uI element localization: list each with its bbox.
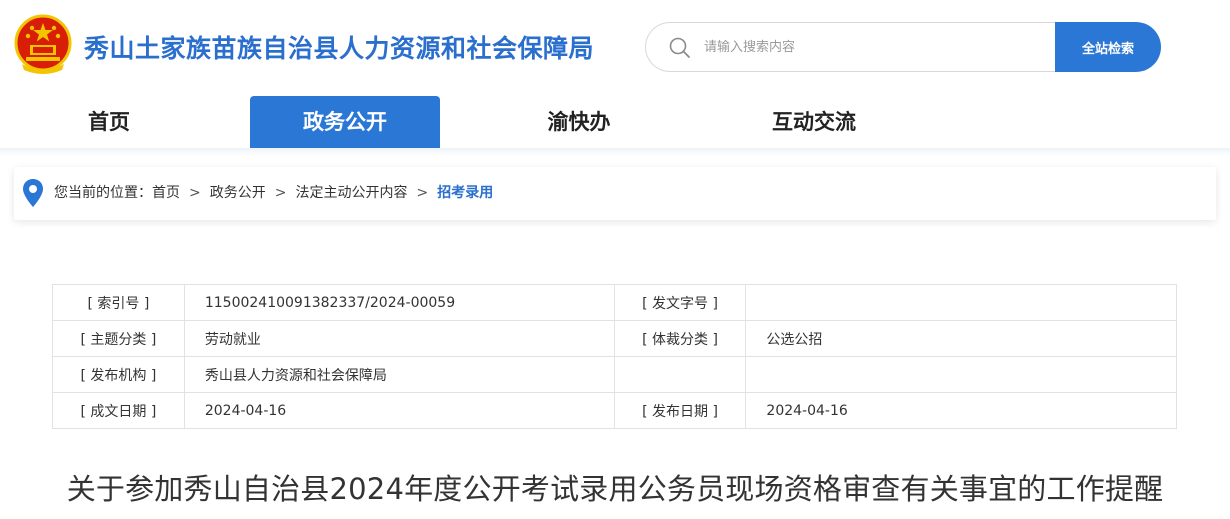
publisher-label: [ 发布机构 ] [52,356,185,393]
search-input[interactable] [704,23,1044,71]
location-pin-icon [23,179,43,207]
main-nav: 首页 政务公开 渝快办 互动交流 [0,96,1230,148]
table-row: [ 索引号 ] 115002410091382337/2024-00059 [ … [52,284,1177,321]
search-box [645,22,1055,72]
article-title: 关于参加秀山自治县2024年度公开考试录用公务员现场资格审查有关事宜的工作提醒 [66,472,1164,506]
site-title[interactable]: 秀山土家族苗族自治县人力资源和社会保障局 [84,29,594,65]
document-number-value [745,284,1177,321]
nav-divider [0,148,1230,156]
breadcrumb-trail: 您当前的位置：首页 > 政务公开 > 法定主动公开内容 > 招考录用 [54,167,493,220]
breadcrumb-current[interactable]: 招考录用 [437,185,493,201]
document-info-table: [ 索引号 ] 115002410091382337/2024-00059 [ … [52,284,1177,429]
breadcrumb-prefix: 您当前的位置： [54,185,152,201]
publish-date-value: 2024-04-16 [745,392,1177,429]
publish-date-label: [ 发布日期 ] [613,392,747,429]
breadcrumb-gov-affairs[interactable]: 政务公开 [210,185,266,201]
breadcrumb-separator: > [189,185,201,201]
table-row: [ 成文日期 ] 2024-04-16 [ 发布日期 ] 2024-04-16 [52,392,1177,429]
subject-category-value: 劳动就业 [183,320,615,357]
site-header: 秀山土家族苗族自治县人力资源和社会保障局 全站检索 [0,0,1230,95]
national-emblem-icon [14,14,72,74]
genre-category-value: 公选公招 [745,320,1177,357]
nav-item-yukuaiban[interactable]: 渝快办 [484,96,674,148]
breadcrumb-home[interactable]: 首页 [152,185,180,201]
empty-value-cell [745,356,1177,393]
genre-category-label: [ 体裁分类 ] [613,320,747,357]
site-search-button[interactable]: 全站检索 [1055,22,1161,72]
subject-category-label: [ 主题分类 ] [52,320,185,357]
nav-item-gov-affairs[interactable]: 政务公开 [250,96,440,148]
breadcrumb-separator: > [274,185,287,201]
index-number-value: 115002410091382337/2024-00059 [183,284,615,321]
empty-label-cell [613,356,747,393]
index-number-label: [ 索引号 ] [52,284,185,321]
nav-item-home[interactable]: 首页 [14,96,204,148]
document-number-label: [ 发文字号 ] [613,284,747,321]
breadcrumb-public-content[interactable]: 法定主动公开内容 [295,185,407,201]
table-row: [ 发布机构 ] 秀山县人力资源和社会保障局 [52,356,1177,393]
nav-item-interaction[interactable]: 互动交流 [719,96,909,148]
publisher-value: 秀山县人力资源和社会保障局 [183,356,615,393]
table-row: [ 主题分类 ] 劳动就业 [ 体裁分类 ] 公选公招 [52,320,1177,357]
search-icon [669,37,690,58]
written-date-label: [ 成文日期 ] [52,392,185,429]
breadcrumb-separator: > [416,185,429,201]
written-date-value: 2024-04-16 [183,392,615,429]
breadcrumb: 您当前的位置：首页 > 政务公开 > 法定主动公开内容 > 招考录用 [14,167,1216,220]
